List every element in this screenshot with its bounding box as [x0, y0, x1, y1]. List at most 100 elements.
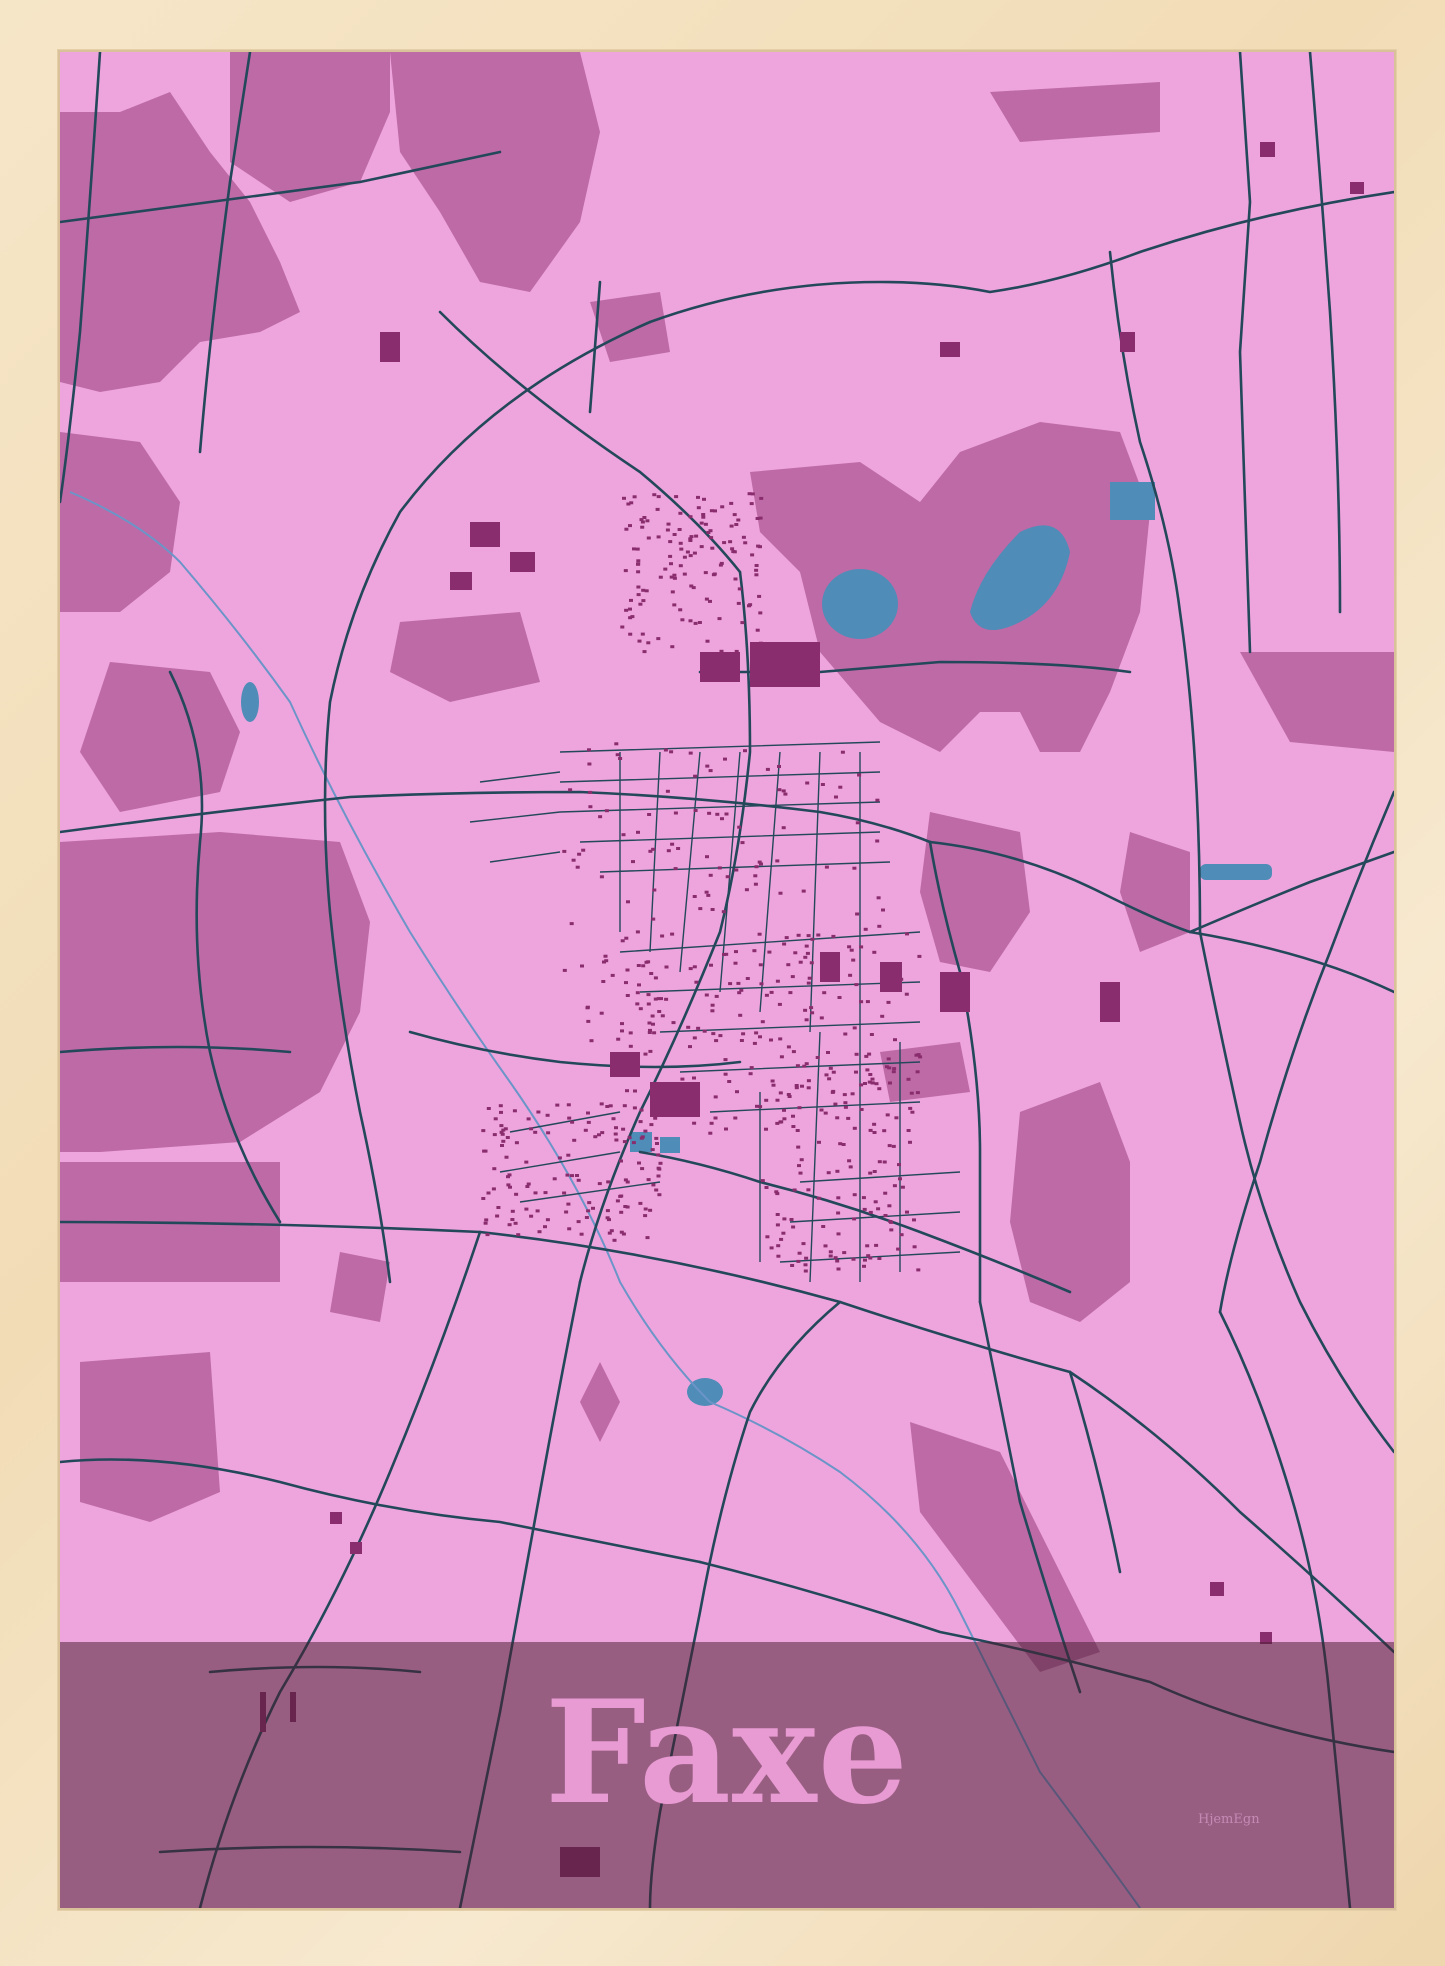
house-dot	[855, 821, 860, 825]
house-dot	[806, 981, 811, 985]
house-dot	[632, 1106, 637, 1110]
house-dot	[597, 1182, 602, 1186]
house-dot	[514, 1141, 519, 1145]
house-dot	[653, 997, 658, 1001]
house-dot	[792, 1188, 797, 1192]
house-dot	[867, 1052, 872, 1056]
house-dot	[775, 1121, 780, 1125]
house-dot	[611, 1117, 616, 1121]
house-dot	[545, 1113, 550, 1117]
house-dot	[570, 1174, 574, 1178]
house-dot	[834, 795, 838, 799]
house-dot	[697, 621, 702, 624]
house-dot	[743, 749, 747, 753]
house-dot	[875, 798, 880, 802]
house-dot	[648, 1049, 653, 1053]
house-dot	[898, 1177, 902, 1181]
house-dot	[736, 518, 741, 522]
house-dot	[649, 1123, 654, 1127]
house-dot	[524, 1207, 529, 1211]
house-dot	[621, 1127, 626, 1131]
house-dot	[750, 553, 755, 557]
house-dot	[705, 764, 710, 768]
house-dot	[897, 1163, 901, 1167]
house-dot	[650, 1148, 655, 1152]
house-dot	[619, 1230, 624, 1234]
house-dot	[831, 934, 836, 938]
house-dot	[652, 888, 657, 892]
house-dot	[776, 1254, 781, 1258]
house-dot	[775, 1213, 780, 1216]
house-dot	[822, 991, 827, 995]
house-dot	[714, 1039, 719, 1043]
house-dot	[623, 569, 628, 573]
house-dot	[647, 1021, 652, 1025]
house-dot	[826, 967, 831, 971]
house-dot	[754, 568, 759, 572]
house-dot	[851, 1257, 856, 1261]
house-dot	[782, 1217, 787, 1221]
house-dot	[765, 1235, 770, 1239]
house-dot	[781, 1231, 786, 1235]
map-area: Faxe HjemEgn	[60, 52, 1394, 1908]
house-dot	[789, 1218, 794, 1221]
house-dot	[798, 960, 803, 964]
house-dot	[483, 1221, 488, 1225]
house-dot	[671, 1021, 676, 1025]
house-dot	[859, 1108, 864, 1111]
house-dot	[868, 1128, 873, 1132]
house-dot	[624, 981, 628, 985]
house-dot	[587, 1201, 592, 1205]
house-dot	[730, 547, 735, 551]
house-dot	[566, 1202, 571, 1206]
house-dot	[872, 1131, 877, 1134]
house-dot	[591, 1206, 595, 1210]
house-dot	[833, 1102, 838, 1106]
house-dot	[696, 506, 701, 510]
house-dot	[651, 1183, 656, 1187]
house-dot	[803, 1008, 808, 1012]
house-dot	[627, 1136, 632, 1140]
house-dot	[670, 645, 675, 649]
house-dot	[636, 585, 641, 589]
house-dot	[636, 830, 640, 834]
house-dot	[646, 536, 651, 540]
house-dot	[624, 936, 629, 940]
house-dot	[885, 1113, 890, 1117]
house-dot	[830, 1090, 835, 1094]
house-dot	[710, 908, 715, 911]
house-dot	[498, 1104, 503, 1108]
house-dot	[836, 1211, 841, 1215]
house-dot	[781, 826, 786, 830]
house-dot	[608, 1104, 613, 1108]
house-dot	[837, 996, 842, 999]
house-dot	[688, 537, 693, 541]
house-dot	[632, 547, 636, 551]
house-dot	[737, 587, 742, 591]
house-dot	[565, 1173, 570, 1177]
house-dot	[704, 993, 709, 997]
house-dot	[679, 547, 684, 551]
house-dot	[678, 608, 683, 612]
house-dot	[651, 917, 656, 921]
house-dot	[660, 1014, 665, 1018]
house-dot	[571, 858, 576, 862]
house-dot	[659, 997, 663, 1001]
house-dot	[719, 561, 724, 565]
house-dot	[775, 1223, 780, 1227]
house-dot	[732, 513, 737, 517]
house-dot	[623, 1205, 628, 1208]
house-dot	[888, 1081, 892, 1085]
house-dot	[694, 534, 699, 538]
house-dot	[620, 1029, 624, 1033]
house-dot	[840, 750, 845, 754]
house-dot	[805, 781, 810, 785]
house-dot	[783, 792, 788, 796]
house-dot	[656, 1153, 661, 1157]
house-dot	[664, 997, 669, 1001]
house-dot	[749, 502, 754, 506]
house-dot	[872, 1170, 877, 1173]
house-dot	[526, 1182, 531, 1186]
house-dot	[537, 1230, 542, 1234]
house-dot	[635, 1002, 640, 1006]
